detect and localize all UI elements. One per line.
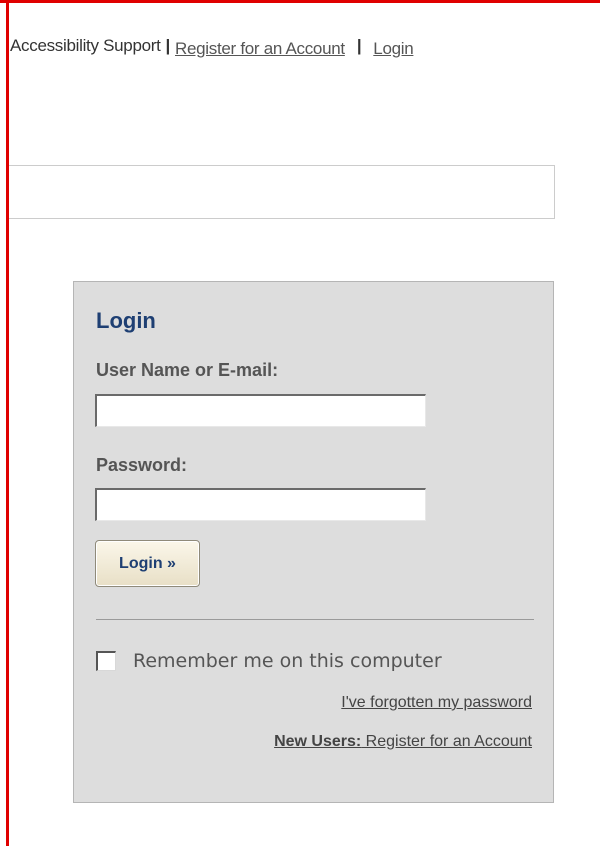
top-utility-links: Accessibility Support | Register for an Ac…: [10, 36, 556, 58]
accessibility-support-text: Accessibility Support: [10, 36, 161, 55]
link-separator: |: [165, 36, 171, 55]
frame-left-border: [6, 0, 9, 846]
frame-top-border: [0, 0, 600, 3]
username-label: User Name or E-mail:: [96, 360, 279, 380]
header-login-link[interactable]: Login: [373, 39, 413, 58]
login-submit-button[interactable]: Login »: [95, 540, 200, 587]
login-title: Login: [96, 308, 156, 333]
remember-me-row[interactable]: Remember me on this computer: [96, 650, 442, 672]
password-label: Password:: [96, 455, 188, 475]
username-input[interactable]: [95, 394, 426, 427]
new-users-register-link[interactable]: New Users: Register for an Account: [274, 733, 532, 751]
remember-me-checkbox[interactable]: [96, 651, 116, 671]
link-separator: |: [356, 36, 362, 55]
new-users-prefix: New Users:: [274, 733, 362, 750]
remember-me-label[interactable]: Remember me on this computer: [133, 650, 442, 672]
search-bar[interactable]: [9, 165, 555, 219]
register-account-link[interactable]: Register for an Account: [175, 39, 345, 58]
forgot-password-link[interactable]: I've forgotten my password: [341, 694, 532, 712]
divider: [96, 619, 534, 620]
login-panel: Login User Name or E-mail: Password: Log…: [73, 281, 554, 803]
password-input[interactable]: [95, 488, 426, 521]
new-users-register-text: Register for an Account: [361, 733, 532, 750]
